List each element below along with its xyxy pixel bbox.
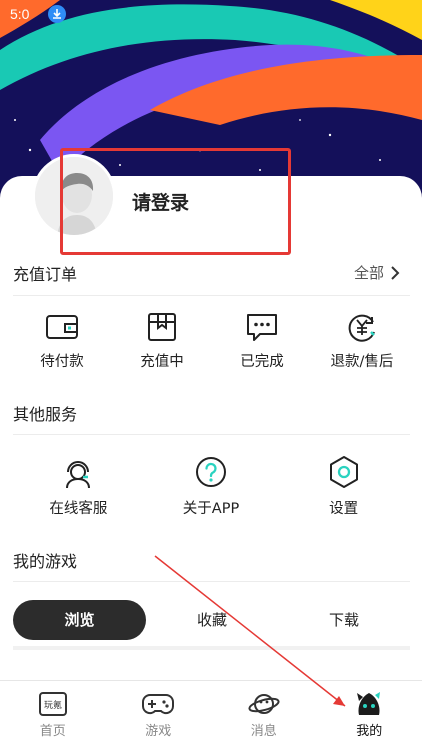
order-pending-payment[interactable]: 待付款 (12, 312, 112, 371)
services-grid: 在线客服 关于APP 设置 (12, 455, 410, 518)
gear-icon (329, 456, 358, 488)
nav-label: 首页 (39, 724, 66, 739)
home-logo-icon: 玩氪 (38, 692, 67, 716)
online-customer-service[interactable]: 在线客服 (12, 455, 145, 518)
divider (13, 295, 410, 296)
chevron-right-icon (391, 265, 400, 280)
my-games-title: 我的游戏 (13, 552, 78, 571)
tab-browse[interactable]: 浏览 (13, 600, 146, 640)
settings[interactable]: 设置 (277, 455, 410, 518)
tabs-underline (13, 646, 410, 650)
order-item-label: 待付款 (40, 354, 84, 370)
view-all-orders-link[interactable]: 全部 (354, 262, 400, 283)
order-recharging[interactable]: 充值中 (112, 312, 212, 371)
service-item-label: 关于APP (182, 501, 240, 517)
order-refund[interactable]: 退款/售后 (312, 312, 412, 371)
nav-home[interactable]: 玩氪 首页 (0, 681, 106, 750)
nav-profile[interactable]: 我的 (317, 681, 422, 750)
other-services-title: 其他服务 (13, 405, 78, 424)
highlight-box (60, 148, 291, 255)
order-item-label: 已完成 (240, 354, 284, 370)
yen-refund-icon (348, 314, 375, 342)
order-item-label: 充值中 (140, 354, 184, 370)
service-item-label: 在线客服 (49, 501, 108, 517)
message-dots-icon (247, 314, 277, 341)
bottom-nav: 玩氪 首页 游戏 消息 我的 (0, 680, 422, 750)
profile-character-icon (357, 692, 381, 715)
home-logo-text: 玩氪 (44, 699, 62, 711)
order-status-grid: 待付款 充值中 已完成 退款/售后 (12, 312, 412, 371)
service-item-label: 设置 (329, 501, 359, 517)
view-all-label: 全部 (353, 264, 384, 282)
nav-label: 我的 (356, 724, 383, 739)
recharge-orders-title: 充值订单 (13, 265, 78, 284)
planet-icon (248, 694, 280, 714)
status-time: 5:0 (10, 6, 30, 22)
tab-favorites[interactable]: 收藏 (146, 600, 278, 640)
nav-label: 游戏 (145, 724, 172, 739)
gamepad-icon (142, 694, 175, 715)
nav-label: 消息 (250, 724, 277, 739)
games-tabs: 浏览 收藏 下载 (13, 600, 410, 640)
nav-games[interactable]: 游戏 (106, 681, 212, 750)
divider (13, 581, 410, 582)
download-icon (48, 5, 66, 23)
about-app[interactable]: 关于APP (145, 455, 278, 518)
customer-service-icon (66, 461, 91, 489)
nav-messages[interactable]: 消息 (211, 681, 317, 750)
tab-downloads[interactable]: 下载 (278, 600, 410, 640)
order-completed[interactable]: 已完成 (212, 312, 312, 371)
box-icon (148, 313, 176, 341)
order-item-label: 退款/售后 (330, 354, 394, 370)
wallet-icon (46, 315, 78, 339)
divider (13, 434, 410, 435)
question-icon (196, 457, 226, 487)
